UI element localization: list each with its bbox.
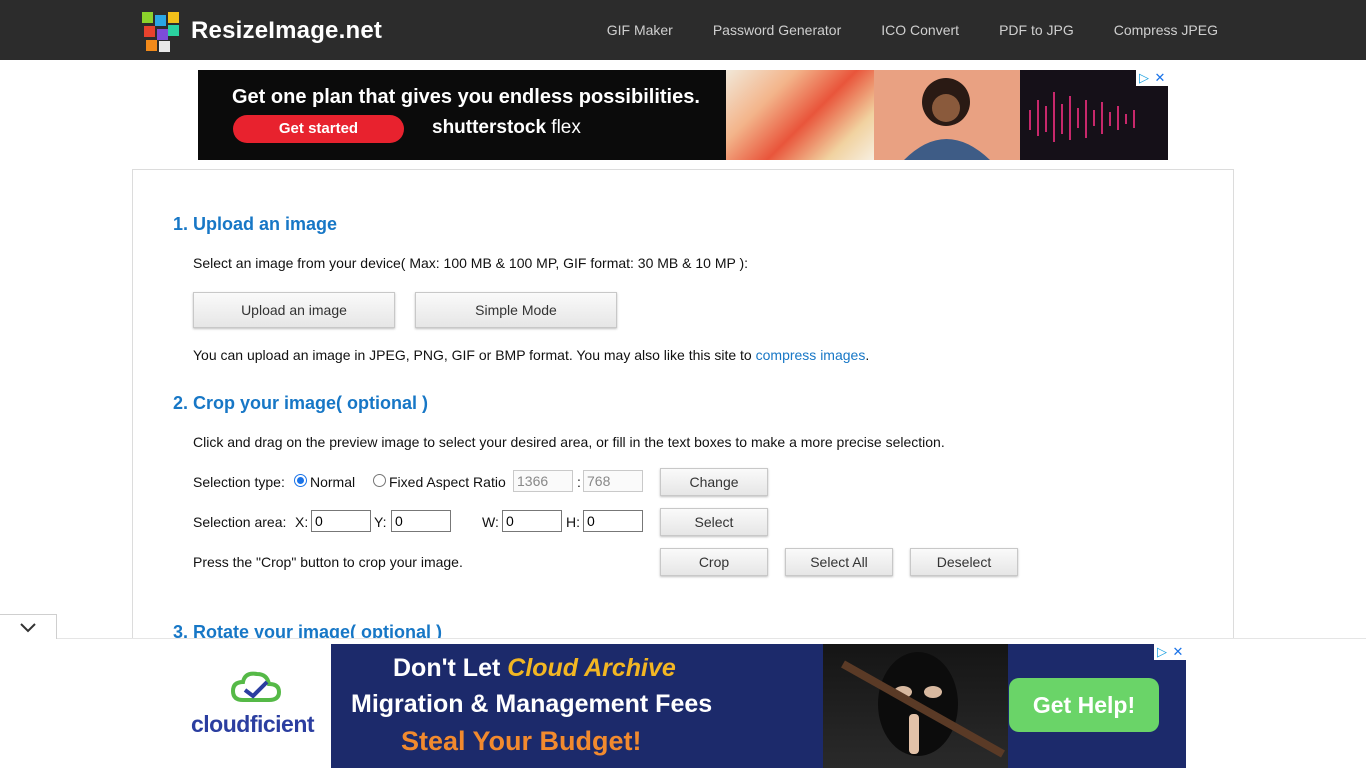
upload-description: Select an image from your device( Max: 1…: [193, 255, 749, 271]
chevron-down-icon: [20, 623, 36, 633]
crop-description: Click and drag on the preview image to s…: [193, 434, 945, 450]
logo-icon: [140, 10, 180, 52]
ad-advertiser-logo: cloudficient: [191, 711, 315, 737]
main-nav: GIF Maker Password Generator ICO Convert…: [567, 0, 1218, 60]
ratio-separator: :: [577, 474, 581, 490]
ad-headline-line-2: Migration & Management Fees: [351, 690, 713, 718]
ad-headline-line-1: Don't Let Cloud Archive: [393, 654, 676, 683]
selection-type-label: Selection type:: [193, 474, 285, 490]
ad-headline: Get one plan that gives you endless poss…: [232, 86, 700, 108]
person-silhouette-icon: [904, 78, 990, 160]
cloud-check-icon: [230, 671, 282, 702]
compress-images-link[interactable]: compress images: [756, 347, 866, 363]
ad-brand: shutterstock flex: [432, 117, 581, 139]
bottom-banner-ad[interactable]: cloudficient Don't Let Cloud Archive Mig…: [181, 644, 1186, 768]
normal-radio-label: Normal: [310, 474, 356, 490]
ratio-height-input[interactable]: [583, 470, 643, 492]
adchoices-icon-bottom[interactable]: ▷: [1154, 644, 1170, 660]
ad-close-icon-bottom[interactable]: ✕: [1170, 644, 1186, 660]
select-button[interactable]: Select: [660, 508, 768, 536]
ad-headline-1a: Don't Let: [393, 654, 508, 682]
site-name: ResizeImage.net: [191, 17, 383, 44]
section-upload-title: 1. Upload an image: [173, 214, 338, 234]
ad-logo-area: cloudficient: [181, 644, 331, 768]
ad-brand-bold: shutterstock: [432, 117, 547, 138]
section-crop-title: 2. Crop your image( optional ): [173, 393, 429, 413]
h-label: H:: [566, 514, 580, 530]
main-panel: 1. Upload an image Select an image from …: [132, 169, 1234, 651]
ad-get-started-button[interactable]: Get started: [233, 115, 404, 143]
ad-brand-rest: flex: [546, 117, 581, 138]
y-label: Y:: [374, 514, 387, 530]
h-input[interactable]: [583, 510, 643, 532]
top-navbar: ResizeImage.net GIF Maker Password Gener…: [0, 0, 1366, 60]
ad-headline-1b: Cloud Archive: [507, 654, 676, 682]
upload-image-button[interactable]: Upload an image: [193, 292, 395, 328]
format-note: You can upload an image in JPEG, PNG, GI…: [193, 347, 869, 363]
site-logo[interactable]: ResizeImage.net: [140, 10, 382, 52]
x-label: X:: [295, 514, 309, 530]
select-all-button[interactable]: Select All: [785, 548, 893, 576]
ad-close-icon[interactable]: ✕: [1152, 70, 1168, 86]
nav-compress-jpeg[interactable]: Compress JPEG: [1114, 22, 1218, 38]
crop-instruction: Press the "Crop" button to crop your ima…: [193, 554, 463, 570]
w-input[interactable]: [502, 510, 562, 532]
adchoices-icon[interactable]: ▷: [1136, 70, 1152, 86]
nav-gif-maker[interactable]: GIF Maker: [607, 22, 673, 38]
selection-area-label: Selection area:: [193, 514, 287, 530]
ad-headline-line-3: Steal Your Budget!: [401, 726, 642, 756]
ad-masked-person-image: [823, 644, 1008, 768]
ad-food-image: [726, 70, 874, 160]
nav-ico-convert[interactable]: ICO Convert: [881, 22, 959, 38]
deselect-button[interactable]: Deselect: [910, 548, 1018, 576]
y-input[interactable]: [391, 510, 451, 532]
simple-mode-button[interactable]: Simple Mode: [415, 292, 617, 328]
change-button[interactable]: Change: [660, 468, 768, 496]
format-note-text: You can upload an image in JPEG, PNG, GI…: [193, 347, 756, 363]
top-banner-ad[interactable]: Get one plan that gives you endless poss…: [198, 70, 1168, 160]
format-note-end: .: [865, 347, 870, 363]
nav-password-generator[interactable]: Password Generator: [713, 22, 841, 38]
normal-radio[interactable]: [294, 474, 307, 487]
masked-person-icon: [841, 652, 1005, 758]
fixed-aspect-ratio-radio[interactable]: [373, 474, 386, 487]
nav-pdf-to-jpg[interactable]: PDF to JPG: [999, 22, 1074, 38]
x-input[interactable]: [311, 510, 371, 532]
crop-button[interactable]: Crop: [660, 548, 768, 576]
fixed-aspect-ratio-label: Fixed Aspect Ratio: [389, 474, 506, 490]
ad-person-image: [874, 70, 1020, 160]
ratio-width-input[interactable]: [513, 470, 573, 492]
ad-get-help-button[interactable]: Get Help!: [1009, 678, 1159, 732]
collapse-ad-button[interactable]: [0, 614, 57, 639]
w-label: W:: [482, 514, 499, 530]
